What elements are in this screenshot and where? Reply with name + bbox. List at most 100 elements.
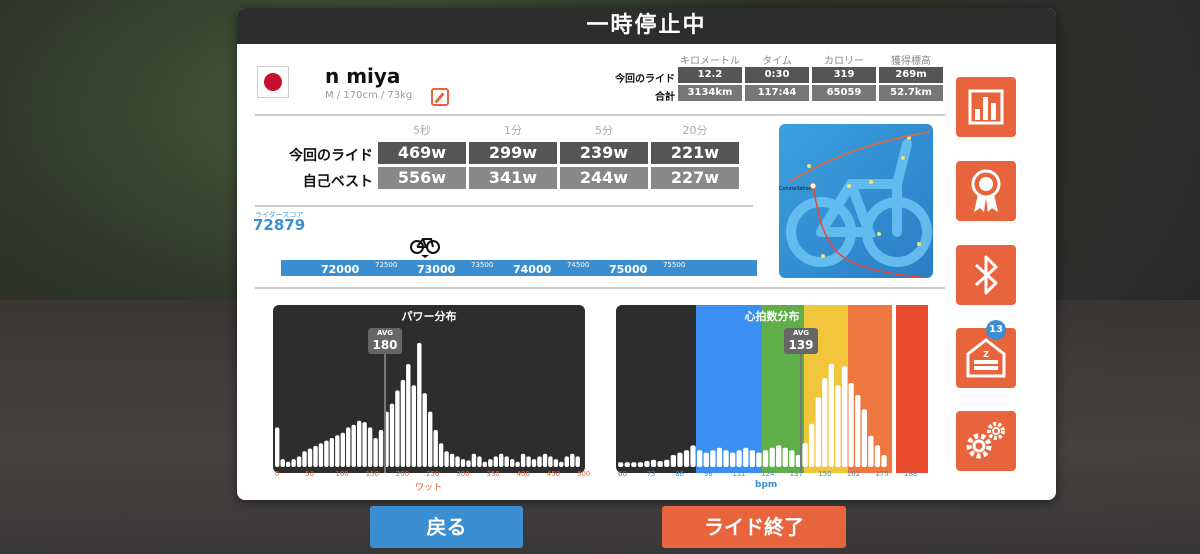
- scale-label: 72000: [321, 263, 360, 276]
- hr-tick-label: 162: [846, 470, 861, 478]
- hr-hist-bar: [828, 363, 834, 467]
- hr-zone-band: [696, 305, 762, 473]
- back-button[interactable]: 戻る: [370, 506, 523, 548]
- power-hist-bar: [335, 435, 340, 467]
- power-hist-bar: [510, 459, 515, 467]
- avg-value: 180: [372, 338, 398, 352]
- power-header-1m: 1分: [504, 124, 522, 137]
- power-hist-bar: [537, 456, 542, 467]
- power-hist-bar: [449, 453, 455, 467]
- power-tick-label: 300: [456, 470, 470, 478]
- hr-hist-bar: [743, 447, 749, 467]
- power-hist-bar: [433, 430, 438, 467]
- rider-meta: M / 170cm / 73kg: [325, 90, 413, 101]
- hr-tick-label: 73: [646, 470, 656, 478]
- power-hist-bar: [570, 453, 575, 467]
- power-hist-bar: [542, 453, 548, 467]
- power-hist-bar: [340, 432, 345, 467]
- garage-notification-badge: 13: [986, 320, 1006, 340]
- avg-label: AVG: [376, 329, 394, 337]
- power-hist-bar: [406, 364, 411, 467]
- pairing-button[interactable]: [956, 245, 1016, 305]
- hr-zone-band: [896, 305, 928, 473]
- settings-button[interactable]: [956, 411, 1016, 471]
- hr-hist-bar: [690, 445, 696, 467]
- power-cell: 239w: [560, 142, 648, 164]
- power-hist-bar: [373, 438, 378, 467]
- hr-hist-bar: [881, 455, 887, 467]
- power-tick-label: 50: [305, 470, 315, 478]
- hr-hist-title: 心拍数分布: [744, 310, 800, 323]
- country-flag: [257, 66, 289, 98]
- achievements-button[interactable]: [956, 161, 1016, 221]
- hr-tick-label: 124: [761, 470, 775, 478]
- power-header-20m: 20分: [682, 124, 708, 137]
- power-hist-bar: [329, 438, 334, 467]
- summary-cell: 12.2: [678, 67, 742, 83]
- power-cell: 341w: [469, 167, 557, 189]
- map-label: Constellation: [779, 186, 812, 192]
- flag-japan-icon: [264, 73, 282, 91]
- scale-label: 74000: [513, 263, 552, 276]
- power-hist-bar: [477, 456, 482, 467]
- power-cell: 299w: [469, 142, 557, 164]
- power-hist-bar: [417, 342, 422, 467]
- summary-header-calories: カロリー: [824, 56, 864, 67]
- hr-hist-bar: [716, 447, 723, 467]
- hr-hist-bar: [848, 383, 854, 467]
- hr-tick-label: 150: [818, 470, 832, 478]
- hr-hist-bar: [782, 447, 788, 467]
- hr-hist-bar: [756, 452, 762, 467]
- hr-tick-label: 98: [703, 470, 713, 478]
- edit-profile-icon[interactable]: [431, 88, 449, 106]
- route-map[interactable]: Constellation: [779, 124, 933, 278]
- hr-hist-bar: [637, 462, 644, 467]
- power-hist-bar: [515, 461, 520, 467]
- power-hist-bar: [400, 379, 406, 467]
- power-hist-bar: [564, 456, 569, 467]
- power-hist-bar: [466, 460, 471, 467]
- hr-hist-bar: [644, 461, 650, 467]
- hr-hist-bar: [683, 450, 690, 467]
- power-hist-bar: [313, 445, 318, 467]
- power-avg-badge: AVG 180: [368, 328, 402, 354]
- power-hist-bar: [324, 440, 329, 467]
- power-hist-bar: [351, 424, 356, 467]
- hr-tick-label: 188: [904, 470, 918, 478]
- hr-histogram: 心拍数分布: [616, 305, 928, 473]
- summary-cell: 117:44: [745, 85, 809, 101]
- hr-axis-title: bpm: [755, 480, 778, 490]
- hr-hist-bar: [736, 450, 742, 467]
- hr-zone-gap: [892, 305, 896, 473]
- power-tick-label: 200: [395, 470, 410, 478]
- scale-label: 72500: [375, 261, 398, 269]
- summary-row-label: 今回のライド: [615, 74, 675, 85]
- power-hist-bar: [346, 427, 351, 467]
- power-hist-bar: [411, 385, 416, 467]
- power-hist-bars: [275, 342, 580, 467]
- summary-cell: 3134km: [678, 85, 742, 101]
- page-title: 一時停止中: [237, 8, 1056, 44]
- end-ride-button[interactable]: ライド終了: [662, 506, 846, 548]
- constellation-bike-icon: [786, 131, 932, 278]
- power-hist-bar: [307, 448, 313, 467]
- hr-hist-bar: [841, 366, 848, 467]
- power-tick-label: 150: [365, 470, 379, 478]
- power-hist-bar: [285, 461, 291, 467]
- hr-hist-bar: [762, 450, 769, 467]
- avg-value: 139: [788, 338, 814, 352]
- hr-hist-bar: [855, 395, 861, 467]
- power-tick-label: 350: [486, 470, 500, 478]
- power-hist-bar: [559, 461, 564, 467]
- power-cell: 556w: [378, 167, 466, 189]
- power-tick-label: 500: [577, 470, 591, 478]
- garage-button[interactable]: Z: [956, 328, 1016, 388]
- stats-button[interactable]: [956, 77, 1016, 137]
- power-header-5s: 5秒: [413, 124, 431, 137]
- hr-hist-bar: [631, 462, 637, 467]
- hr-hist-bar: [809, 423, 815, 467]
- hr-hist-bar: [789, 450, 795, 467]
- power-cell: 221w: [651, 142, 739, 164]
- svg-text:Z: Z: [983, 350, 989, 359]
- hr-hist-bar: [749, 450, 755, 467]
